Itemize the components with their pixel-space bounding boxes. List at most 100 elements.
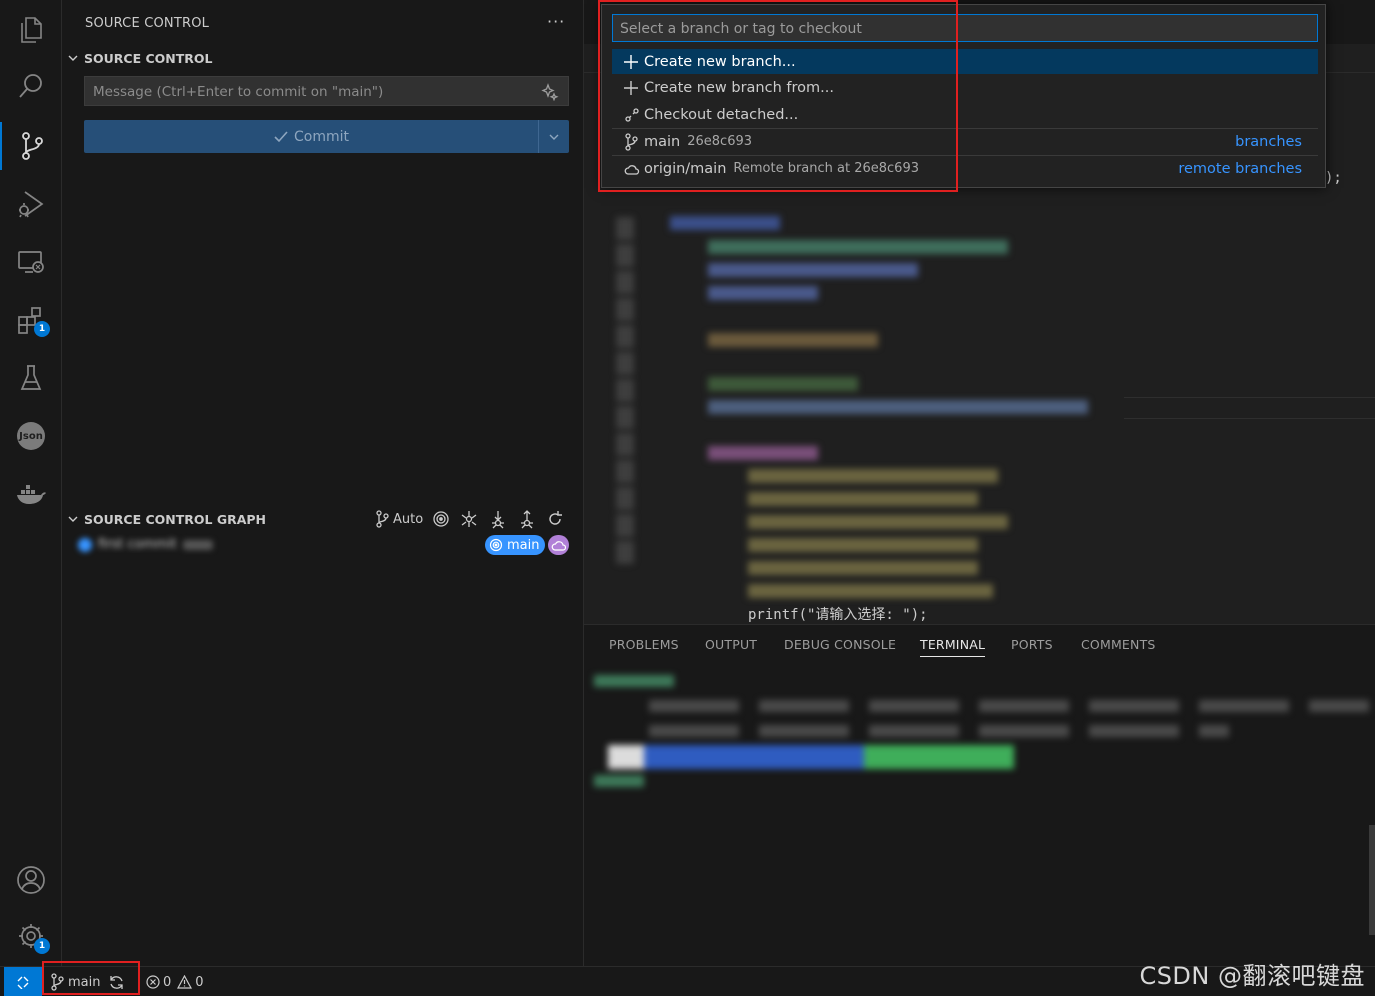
status-branch-label: main (68, 974, 101, 990)
commit-button-group: Commit (84, 120, 569, 153)
tab-terminal[interactable]: TERMINAL (920, 637, 986, 657)
item-description: 26e8c693 (687, 134, 753, 149)
manage-badge: 1 (34, 938, 50, 954)
sparkle-icon[interactable] (541, 83, 559, 101)
item-label: origin/main (644, 160, 727, 177)
create-new-branch-from-item[interactable]: Create new branch from... (612, 75, 1318, 100)
extensions-badge: 1 (34, 321, 50, 337)
warning-icon (177, 975, 193, 989)
docker-icon[interactable] (0, 470, 62, 518)
code-blur-13 (748, 561, 978, 575)
activity-bar: 1 Json 1 (0, 0, 62, 966)
extensions-icon[interactable]: 1 (0, 296, 62, 344)
remote-icon (17, 976, 29, 989)
commit-message: first commit (98, 537, 177, 552)
explorer-icon[interactable] (0, 6, 62, 54)
testing-icon[interactable] (0, 354, 62, 402)
commit-author-placeholder (182, 539, 213, 550)
sidebar-title: SOURCE CONTROL (85, 16, 210, 31)
graph-branch-label: main (507, 537, 540, 553)
check-icon (273, 130, 289, 144)
code-blur-2 (708, 240, 1008, 254)
source-control-sidebar: SOURCE CONTROL ··· SOURCE CONTROL Commit… (62, 0, 584, 966)
code-blur-1 (670, 216, 780, 230)
branch-item-main[interactable]: main 26e8c693 branches (612, 129, 1318, 154)
commit-label: Commit (294, 128, 349, 145)
branch-quick-pick: Create new branch... Create new branch f… (601, 4, 1326, 188)
bottom-panel: PROBLEMS OUTPUT DEBUG CONSOLE TERMINAL P… (584, 624, 1375, 966)
current-line-highlight (1124, 397, 1375, 419)
item-label: Create new branch from... (644, 79, 834, 96)
checkout-detached-item[interactable]: Checkout detached... (612, 102, 1318, 127)
push-icon[interactable] (517, 509, 537, 529)
code-blur-7 (708, 400, 1088, 414)
commit-node-icon (78, 537, 92, 552)
item-label: main (644, 133, 681, 150)
group-label-branches: branches (1235, 133, 1302, 150)
detached-icon (624, 107, 644, 123)
code-blur-8 (708, 446, 818, 460)
branch-icon (51, 973, 64, 991)
remote-indicator[interactable] (4, 967, 42, 996)
graph-auto-label: Auto (393, 511, 424, 527)
term-blur-7 (594, 775, 644, 787)
graph-commit-row[interactable]: first commit (78, 537, 213, 552)
graph-section-title: SOURCE CONTROL GRAPH (84, 511, 267, 527)
more-actions-button[interactable]: ··· (547, 12, 565, 31)
scm-section-header[interactable]: SOURCE CONTROL (62, 47, 584, 69)
plus-icon (624, 80, 644, 95)
graph-toolbar: Auto (374, 509, 564, 529)
code-blur-12 (748, 538, 978, 552)
branch-item-origin-main[interactable]: origin/main Remote branch at 26e8c693 re… (612, 156, 1318, 181)
commit-message-input[interactable] (85, 77, 535, 107)
code-blur-14 (748, 584, 993, 598)
search-icon[interactable] (0, 62, 62, 110)
tab-debug-console[interactable]: DEBUG CONSOLE (784, 637, 896, 652)
target-icon[interactable] (432, 510, 450, 528)
fetch-icon[interactable] (459, 509, 479, 529)
item-label: Create new branch... (644, 53, 796, 70)
commit-dropdown-button[interactable] (538, 120, 569, 153)
source-control-icon[interactable] (0, 122, 62, 170)
error-icon (146, 975, 160, 989)
tab-comments[interactable]: COMMENTS (1081, 637, 1156, 652)
code-blur-9 (748, 469, 998, 483)
code-line-visible: printf("请输入选择: "); (748, 607, 928, 623)
accounts-icon[interactable] (0, 856, 62, 904)
item-description: Remote branch at 26e8c693 (733, 161, 919, 176)
term-blur-2 (649, 700, 1369, 712)
problems-status-item[interactable]: 0 0 (146, 969, 204, 995)
code-line-tail: ); (1325, 170, 1342, 186)
code-blur-11 (748, 515, 1008, 529)
chevron-down-icon (62, 52, 84, 64)
watermark: CSDN @翻滚吧键盘 (1139, 962, 1365, 990)
term-blur-6 (864, 745, 1014, 769)
target-icon (489, 538, 503, 552)
item-label: Checkout detached... (644, 106, 799, 123)
json-icon[interactable]: Json (0, 412, 62, 460)
run-debug-icon[interactable] (0, 180, 62, 228)
scm-section-title: SOURCE CONTROL (84, 50, 213, 66)
term-blur-3 (649, 725, 1229, 737)
branch-status-item[interactable]: main (50, 969, 125, 995)
code-blur-4 (708, 286, 818, 300)
pull-icon[interactable] (488, 509, 508, 529)
tab-output[interactable]: OUTPUT (705, 637, 757, 652)
create-new-branch-item[interactable]: Create new branch... (612, 49, 1318, 74)
tab-problems[interactable]: PROBLEMS (609, 637, 679, 652)
commit-message-box (84, 76, 569, 107)
branch-search-input[interactable] (613, 15, 1312, 43)
quick-pick-input-box (612, 14, 1318, 43)
code-blur-3 (708, 263, 918, 277)
remote-explorer-icon[interactable] (0, 238, 62, 286)
chevron-down-icon (62, 513, 84, 525)
commit-button[interactable]: Commit (84, 120, 538, 153)
terminal-scrollbar[interactable] (1369, 825, 1375, 935)
term-blur-1 (594, 675, 674, 687)
tab-ports[interactable]: PORTS (1011, 637, 1053, 652)
refresh-icon[interactable] (546, 510, 564, 528)
graph-branch-filter[interactable]: Auto (374, 510, 423, 528)
manage-gear-icon[interactable]: 1 (0, 912, 62, 960)
code-blur-5 (708, 333, 878, 347)
graph-branch-badge: main (485, 535, 546, 555)
